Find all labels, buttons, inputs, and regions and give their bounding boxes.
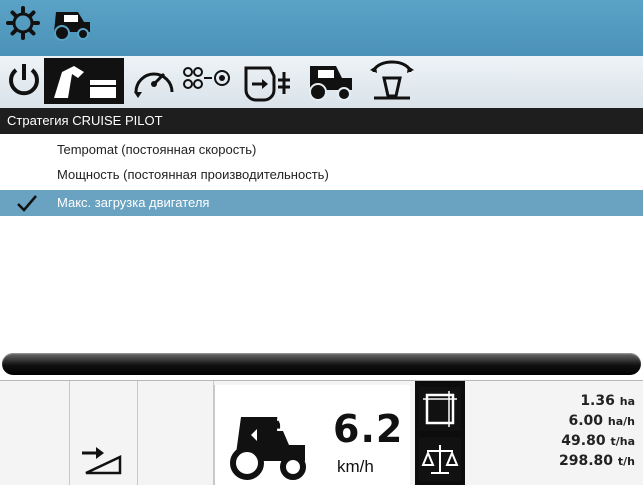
option-label: Макс. загрузка двигателя <box>57 195 210 210</box>
page-title: Стратегия CRUISE PILOT <box>0 108 643 134</box>
area-icon[interactable] <box>419 387 461 431</box>
speed-display: 1 6.2 km/h <box>214 385 410 485</box>
strategy-options-list: Tempomat (постоянная скорость) Мощность … <box>0 134 643 350</box>
option-tempomat[interactable]: Tempomat (постоянная скорость) <box>0 137 643 163</box>
power-icon[interactable] <box>4 60 44 107</box>
hitch-icon[interactable] <box>362 60 422 107</box>
counter-icons <box>415 381 465 485</box>
status-panel: 1 6.2 km/h 1.36 ha 6.00 ha/h 49.80 t/ha … <box>0 380 643 485</box>
counters: 1.36 ha 6.00 ha/h 49.80 t/ha 298.80 t/h <box>466 391 641 471</box>
settings-gear-icon[interactable] <box>6 6 40 45</box>
counter-area: 1.36 ha <box>580 393 635 409</box>
speedometer-icon[interactable] <box>130 60 178 107</box>
tractor-camera-icon[interactable] <box>50 6 94 47</box>
status-cell-blank <box>138 381 214 485</box>
option-label: Мощность (постоянная производительность) <box>57 167 329 182</box>
transmission-icon[interactable] <box>180 60 236 107</box>
option-power[interactable]: Мощность (постоянная производительность) <box>0 162 643 188</box>
status-cell-empty <box>0 381 70 485</box>
counter-area-rate: 6.00 ha/h <box>568 413 635 429</box>
option-label: Tempomat (постоянная скорость) <box>57 142 257 157</box>
checkmark-icon <box>16 193 38 222</box>
toolbar <box>0 56 643 108</box>
speed-unit: km/h <box>337 457 374 476</box>
option-max-engine-load[interactable]: Макс. загрузка двигателя <box>0 190 643 216</box>
top-bar <box>0 0 643 56</box>
tractor-gear-icon <box>223 409 313 485</box>
counter-throughput: 298.80 t/h <box>558 453 635 469</box>
gear-number: 1 <box>275 415 288 436</box>
status-cell-implement[interactable] <box>70 381 138 485</box>
implement-lowered-icon <box>76 443 128 482</box>
counter-yield: 49.80 t/ha <box>561 433 635 449</box>
speed-value: 6.2 <box>333 407 404 451</box>
cruise-pilot-icon[interactable] <box>44 58 124 109</box>
weight-scale-icon[interactable] <box>419 437 461 481</box>
scrollbar[interactable] <box>2 353 641 375</box>
pto-icon[interactable] <box>240 60 298 107</box>
tractor-icon[interactable] <box>304 60 358 107</box>
